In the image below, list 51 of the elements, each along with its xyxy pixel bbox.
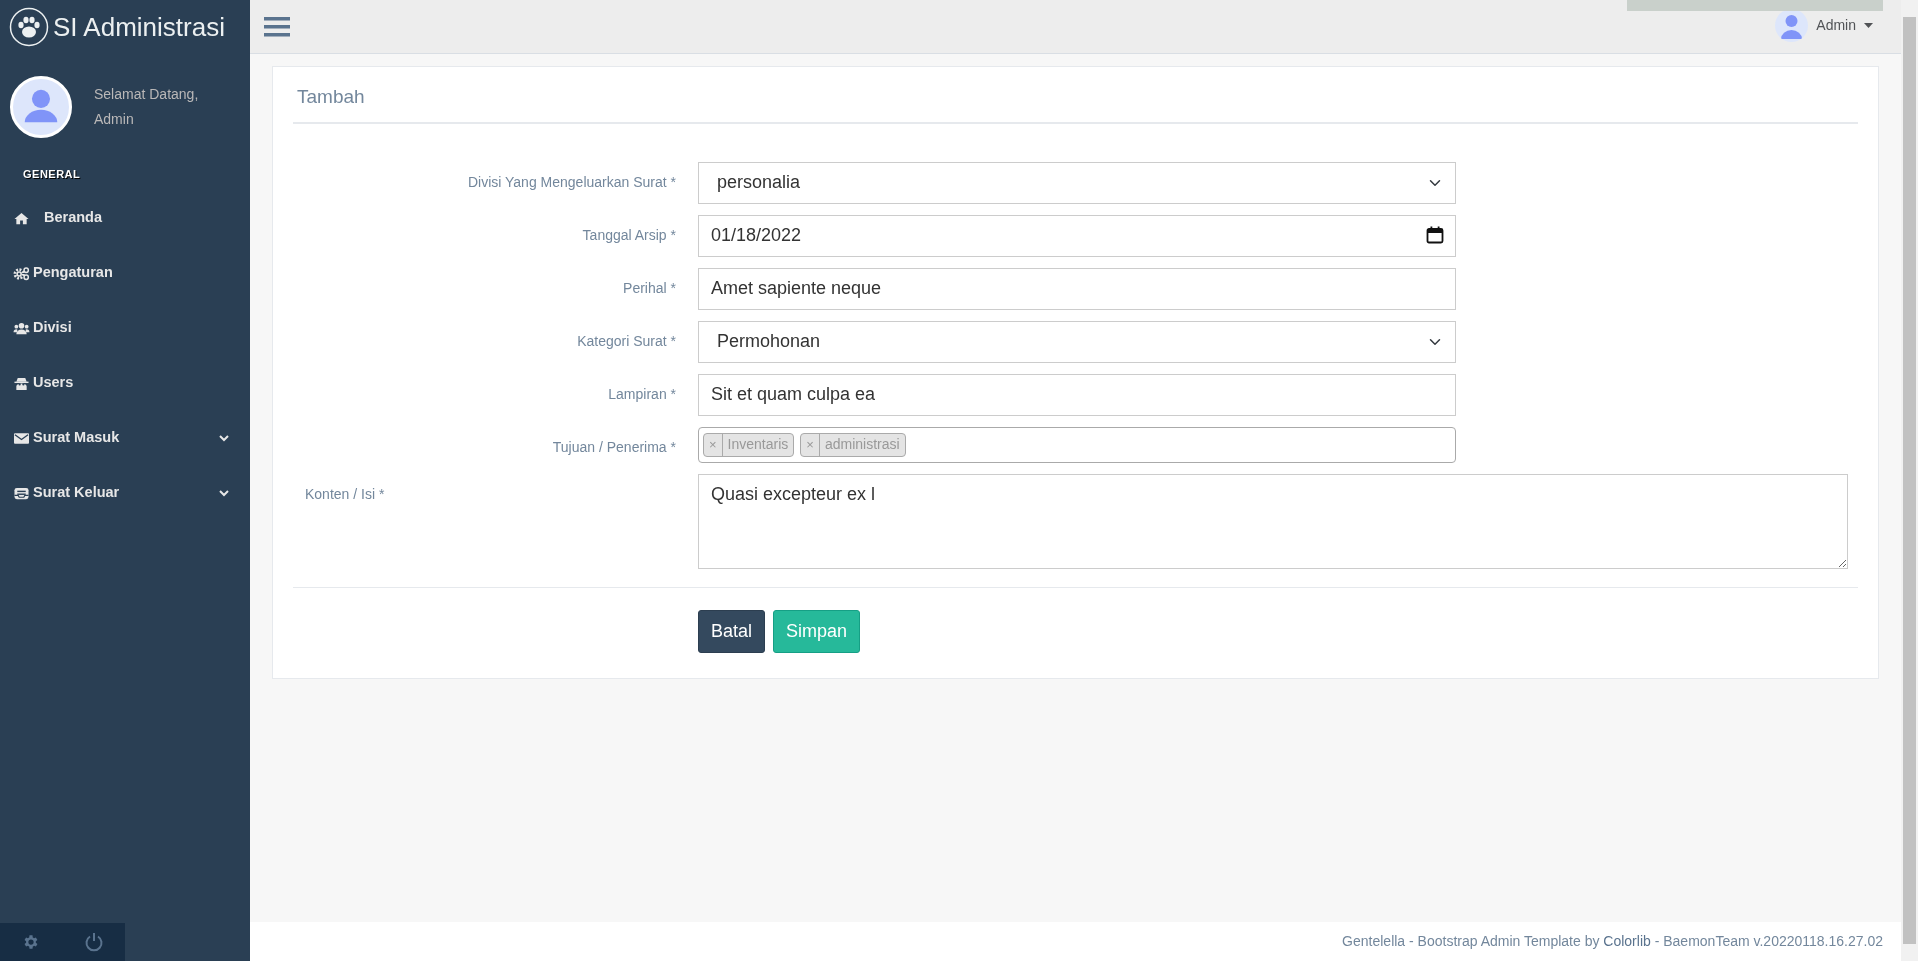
menu-label[interactable]: Surat Keluar: [33, 482, 120, 504]
date-field[interactable]: 01/18/2022: [698, 214, 1456, 257]
chevron-down-icon[interactable]: [218, 487, 230, 499]
calendar-icon[interactable]: [1426, 225, 1444, 244]
field-label: Lampiran *: [607, 384, 677, 404]
envelope-icon: [13, 430, 30, 446]
section-heading: GENERAL: [22, 167, 82, 182]
menu-label[interactable]: Divisi: [33, 317, 72, 339]
menu-label[interactable]: Beranda: [44, 207, 103, 229]
field-label: Konten / Isi *: [304, 484, 386, 504]
field-label: Tujuan / Penerima *: [551, 437, 677, 457]
chevron-down-icon[interactable]: [218, 432, 230, 444]
caret-icon[interactable]: [1864, 23, 1873, 28]
field-label: Kategori Surat *: [576, 331, 677, 351]
menu-label[interactable]: Pengaturan: [33, 262, 113, 284]
users-icon: [13, 320, 30, 336]
menu-item[interactable]: Divisi: [0, 300, 250, 356]
menu-icon[interactable]: [264, 15, 290, 38]
gears-icon: [13, 265, 30, 281]
avatar-icon: [1775, 9, 1809, 42]
scrollbar[interactable]: [1901, 0, 1918, 961]
inbox-icon: [13, 485, 30, 501]
user-name: Admin: [94, 110, 135, 129]
select-field[interactable]: Permohonan: [698, 320, 1456, 363]
user-menu[interactable]: Admin: [1816, 15, 1856, 36]
text-field[interactable]: Amet sapiente neque: [698, 267, 1456, 310]
tag-label: administrasi: [823, 435, 901, 454]
cancel-button[interactable]: Batal: [698, 609, 766, 653]
footer-text: Gentelella - Bootstrap Admin Template by Colorlib - BaemonTeam v.20220118.16.27.02: [1342, 932, 1883, 951]
field-label: Perihal *: [622, 278, 677, 298]
menu-label[interactable]: Users: [33, 372, 74, 394]
text-field[interactable]: Sit et quam culpa ea: [698, 373, 1456, 416]
field-label: Divisi Yang Mengeluarkan Surat *: [466, 172, 677, 192]
select-field[interactable]: personalia: [698, 161, 1456, 204]
textarea-field[interactable]: Quasi excepteur ex l: [698, 473, 1848, 569]
tag-label: Inventaris: [726, 435, 790, 454]
menu-label[interactable]: Surat Masuk: [33, 427, 120, 449]
power-icon[interactable]: [84, 932, 103, 952]
menu-item[interactable]: Pengaturan: [0, 245, 250, 301]
menu-item[interactable]: Surat Masuk: [0, 410, 250, 466]
menu-item[interactable]: Surat Keluar: [0, 465, 250, 521]
footer-link[interactable]: Colorlib: [1603, 933, 1651, 949]
spy-icon: [13, 375, 30, 391]
home-icon: [13, 210, 30, 226]
field-label: Tanggal Arsip *: [581, 225, 677, 245]
paw-logo-icon: [9, 7, 49, 47]
welcome-text: Selamat Datang,: [94, 84, 199, 104]
panel-title: Tambah: [293, 77, 1858, 124]
menu-item[interactable]: Users: [0, 355, 250, 411]
app-title: SI Administrasi: [53, 10, 225, 44]
menu-item[interactable]: Beranda: [0, 190, 250, 246]
